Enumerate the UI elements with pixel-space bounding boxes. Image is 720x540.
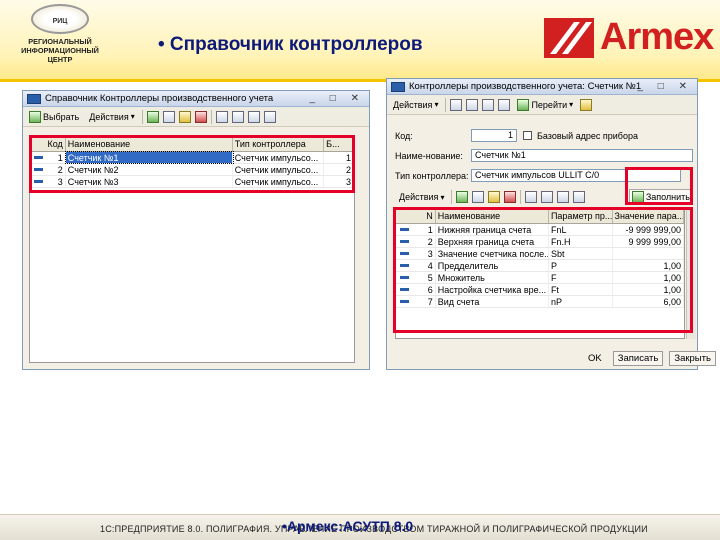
- left-toolbar: Выбрать Действия: [23, 107, 369, 127]
- controller-form-window: Контроллеры производственного учета: Сче…: [386, 78, 716, 370]
- copy-icon[interactable]: [178, 110, 191, 123]
- filter-icon[interactable]: [263, 110, 276, 123]
- print-icon[interactable]: [466, 98, 479, 111]
- toolbar-separator: [451, 190, 453, 204]
- rc-logo: РИЦ РЕГИОНАЛЬНЫЙ ИНФОРМАЦИОННЫЙ ЦЕНТР: [10, 4, 110, 78]
- toolbar-separator: [520, 190, 522, 204]
- rc-line-3: ЦЕНТР: [47, 55, 73, 64]
- toolbar-separator: [445, 97, 447, 112]
- copy-row-icon[interactable]: [472, 191, 485, 203]
- actions-menu-button[interactable]: Действия: [86, 110, 137, 124]
- right-window-titlebar[interactable]: Контроллеры производственного учета: Сче…: [387, 79, 697, 95]
- right-window-title: Контроллеры производственного учета: Сче…: [409, 81, 642, 92]
- armex-wordmark: Armex: [600, 16, 714, 58]
- params-highlight-frame: [393, 207, 693, 333]
- armex-mark-icon: [544, 18, 594, 58]
- hierarchy-icon[interactable]: [215, 110, 228, 123]
- select-button[interactable]: Выбрать: [26, 109, 82, 125]
- slide-header: РИЦ РЕГИОНАЛЬНЫЙ ИНФОРМАЦИОННЫЙ ЦЕНТР • …: [0, 0, 720, 82]
- slide-title: • Справочник контроллеров: [158, 34, 423, 55]
- rc-emblem-icon: РИЦ: [31, 4, 89, 34]
- sort-desc-icon[interactable]: [573, 191, 586, 203]
- add-group-icon[interactable]: [162, 110, 175, 123]
- sort-asc-icon[interactable]: [557, 191, 570, 203]
- toolbar-separator: [141, 109, 143, 124]
- window-icon: [391, 82, 405, 92]
- delete-row-icon[interactable]: [504, 191, 517, 203]
- ok-button[interactable]: OK: [583, 351, 607, 366]
- toolbar-separator: [210, 109, 212, 124]
- right-toolbar: Действия Перейти: [387, 95, 697, 115]
- close-button[interactable]: Закрыть: [669, 351, 716, 366]
- left-window-titlebar[interactable]: Справочник Контроллеры производственного…: [23, 91, 369, 107]
- structure-icon[interactable]: [482, 98, 495, 111]
- name-label: Наиме-нование:: [395, 151, 463, 161]
- rc-logo-text: РЕГИОНАЛЬНЫЙ ИНФОРМАЦИОННЫЙ ЦЕНТР: [10, 37, 110, 64]
- bottom-overlay-text: •Армекс:АСУТП 8.0: [282, 518, 414, 534]
- list-icon[interactable]: [231, 110, 244, 123]
- add-row-icon[interactable]: [456, 191, 469, 203]
- params-actions-menu-button[interactable]: Действия: [396, 190, 447, 204]
- rc-line-1: РЕГИОНАЛЬНЫЙ: [28, 37, 92, 46]
- select-icon: [29, 110, 41, 123]
- window-icon: [27, 94, 41, 104]
- goto-menu-button[interactable]: Перейти: [514, 97, 576, 113]
- rc-emblem-text: РИЦ: [52, 18, 68, 25]
- right-window-controls[interactable]: _ □ ✕: [637, 79, 693, 94]
- left-window-title: Справочник Контроллеры производственного…: [45, 93, 274, 104]
- rc-line-2: ИНФОРМАЦИОННЫЙ: [21, 46, 99, 55]
- refresh-icon[interactable]: [498, 98, 511, 111]
- list-highlight-frame: [29, 135, 355, 193]
- base-address-checkbox[interactable]: [523, 131, 532, 140]
- name-field[interactable]: Счетчик №1: [471, 149, 693, 162]
- delete-icon[interactable]: [194, 110, 207, 123]
- document-icon[interactable]: [247, 110, 260, 123]
- goto-label: Перейти: [531, 99, 568, 110]
- move-down-icon[interactable]: [541, 191, 554, 203]
- base-address-label: Базовый адрес прибора: [537, 131, 638, 141]
- save-button[interactable]: Записать: [612, 351, 664, 366]
- move-up-icon[interactable]: [525, 191, 538, 203]
- form-actions-menu-button[interactable]: Действия: [390, 98, 441, 112]
- save-icon[interactable]: [450, 98, 463, 111]
- select-label: Выбрать: [43, 111, 80, 122]
- edit-row-icon[interactable]: [488, 191, 501, 203]
- bottom-strip: 1С:ПРЕДПРИЯТИЕ 8.0. ПОЛИГРАФИЯ. УПРАВЛЕН…: [0, 514, 720, 540]
- code-field[interactable]: 1: [471, 129, 517, 142]
- code-label: Код:: [395, 131, 413, 141]
- type-label: Тип контроллера:: [395, 171, 469, 181]
- add-icon[interactable]: [146, 110, 159, 123]
- controllers-list-window: Справочник Контроллеры производственного…: [22, 90, 370, 370]
- form-footer: OK Записать Закрыть: [583, 351, 716, 366]
- left-window-controls[interactable]: _ □ ✕: [309, 91, 365, 106]
- help-icon[interactable]: [580, 98, 593, 111]
- fill-highlight-frame: [625, 167, 693, 205]
- goto-icon: [517, 98, 530, 111]
- armex-logo: Armex: [540, 14, 714, 66]
